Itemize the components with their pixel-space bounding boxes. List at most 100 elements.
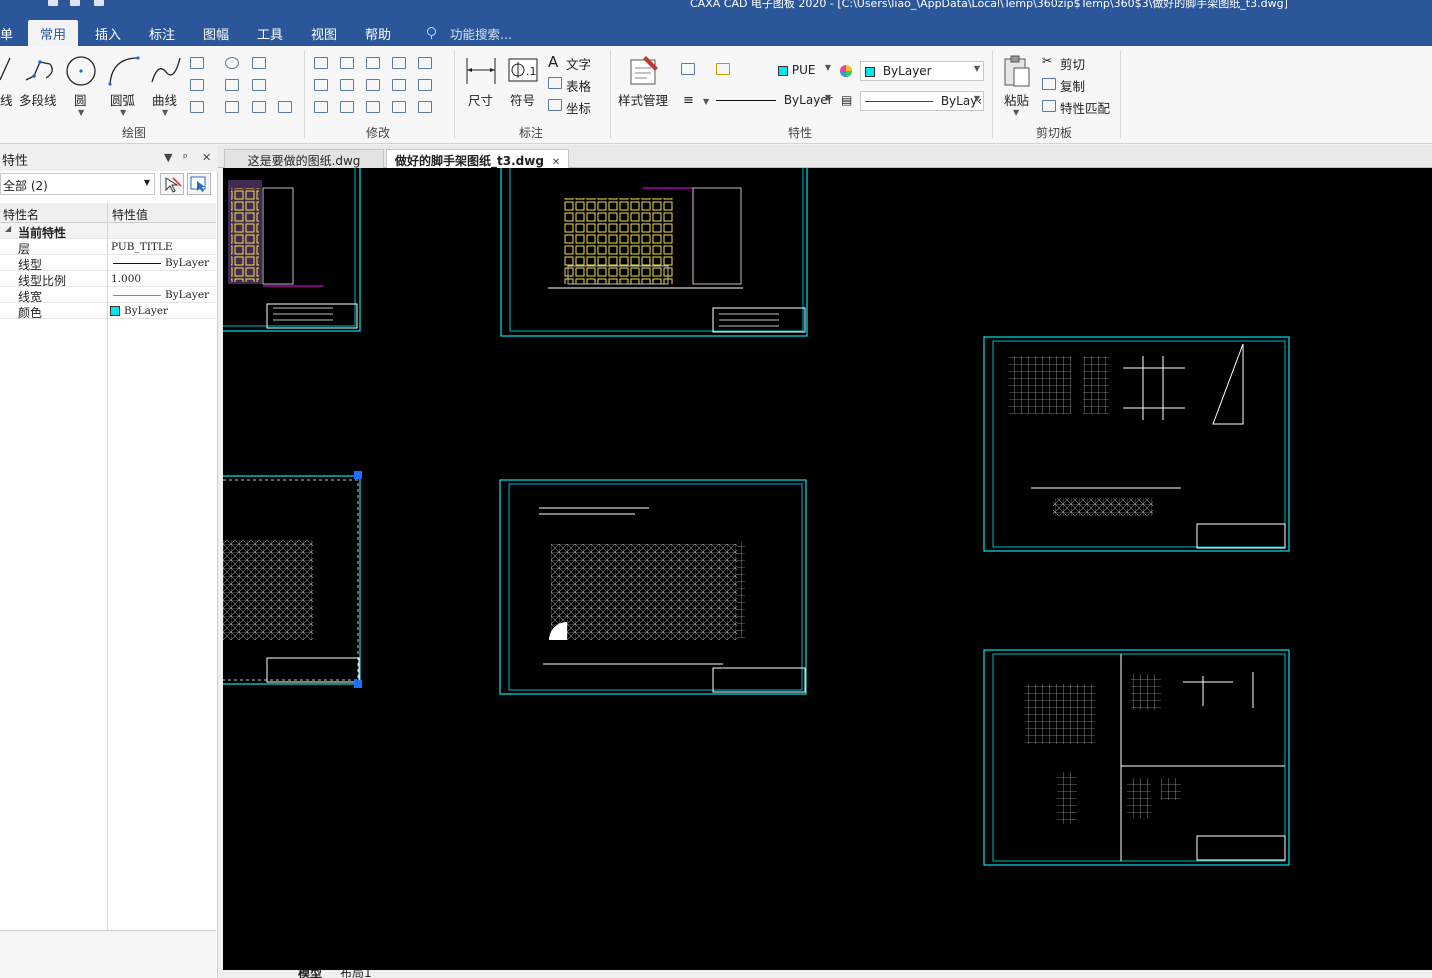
property-row-linetype-scale[interactable]: 线型比例 1.000 xyxy=(0,271,216,288)
category-current-properties[interactable]: ◢ 当前特性 xyxy=(0,223,216,240)
line-button[interactable]: 线 xyxy=(0,90,13,109)
break-icon[interactable] xyxy=(340,101,354,113)
polyline-button[interactable]: 多段线 xyxy=(19,90,57,109)
tab-layout-1[interactable]: 布局1 xyxy=(340,970,372,978)
circle-button[interactable]: 圆 xyxy=(74,90,87,109)
dimension-button[interactable]: 尺寸 xyxy=(468,90,493,109)
fillet-icon[interactable] xyxy=(392,57,406,69)
select-objects-button[interactable] xyxy=(187,173,211,195)
arc-button[interactable]: 圆弧 xyxy=(110,90,135,109)
table-button[interactable]: 表格 xyxy=(566,76,591,95)
mirror-icon[interactable] xyxy=(366,79,380,91)
sheet-elevation-a[interactable] xyxy=(223,168,361,332)
copy-button[interactable]: 复制 xyxy=(1060,76,1085,95)
selection-filter-combo[interactable]: 全部 (2) ▼ xyxy=(0,173,155,195)
color-wheel-icon[interactable] xyxy=(839,64,853,78)
trim-icon[interactable] xyxy=(340,57,354,69)
style-manager-icon[interactable] xyxy=(628,54,660,86)
menu-item-view[interactable]: 视图 xyxy=(311,24,337,43)
text-button[interactable]: 文字 xyxy=(566,54,591,73)
curve-button[interactable]: 曲线 xyxy=(152,90,177,109)
layer-manager-icon[interactable] xyxy=(681,63,695,75)
sheet-elevation-b[interactable] xyxy=(500,168,808,337)
lineweight-icon[interactable]: ▤ xyxy=(841,93,852,107)
save-as-icon[interactable] xyxy=(70,0,80,6)
symbol-button[interactable]: 符号 xyxy=(510,90,535,109)
circle-icon[interactable] xyxy=(64,54,98,88)
ellipse-icon[interactable] xyxy=(225,57,239,69)
tab-document-2[interactable]: 做好的脚手架图纸_t3.dwg ✕ xyxy=(386,149,570,168)
property-row-linetype[interactable]: 线型 ByLayer xyxy=(0,255,216,272)
chevron-down-icon[interactable]: ▼ xyxy=(703,97,709,106)
dimension-icon[interactable] xyxy=(464,56,498,86)
arc-dropdown-icon[interactable]: ▼ xyxy=(120,108,126,117)
symbol-icon[interactable]: .1 xyxy=(508,58,538,82)
drawing-canvas[interactable] xyxy=(223,168,1432,970)
explode-icon[interactable] xyxy=(392,101,406,113)
collapse-triangle-icon[interactable]: ◢ xyxy=(5,224,11,233)
column-divider[interactable] xyxy=(107,203,108,930)
extend-icon[interactable] xyxy=(340,79,354,91)
property-value[interactable]: 1.000 xyxy=(111,273,141,285)
color-combo[interactable]: ByLayer ▼ xyxy=(860,61,984,81)
centerline-icon[interactable] xyxy=(190,79,204,91)
property-value[interactable]: PUB_TITLE xyxy=(111,241,173,253)
sheet-details-a[interactable] xyxy=(983,336,1290,552)
menu-item-help[interactable]: 帮助 xyxy=(365,24,391,43)
hatch-icon[interactable] xyxy=(252,79,266,91)
property-value[interactable]: ByLayer xyxy=(124,305,168,317)
array-icon[interactable] xyxy=(366,57,380,69)
menu-item-common[interactable]: 常用 xyxy=(28,20,79,46)
paste-icon[interactable] xyxy=(1002,54,1032,88)
cut-button[interactable]: 剪切 xyxy=(1060,54,1085,73)
curve-dropdown-icon[interactable]: ▼ xyxy=(162,108,168,117)
polyline-icon[interactable] xyxy=(22,54,56,86)
circle-dropdown-icon[interactable]: ▼ xyxy=(78,108,84,117)
move-icon[interactable] xyxy=(314,57,328,69)
menu-item-insert[interactable]: 插入 xyxy=(95,24,121,43)
quick-select-button[interactable] xyxy=(160,173,184,195)
copy-object-icon[interactable] xyxy=(314,79,328,91)
layer-combo[interactable]: PUE ▼ xyxy=(774,61,834,81)
scale-icon[interactable] xyxy=(392,79,406,91)
menu-item-tools[interactable]: 工具 xyxy=(257,24,283,43)
paste-dropdown-icon[interactable]: ▼ xyxy=(1013,108,1019,117)
line-style-icon[interactable]: ≡ xyxy=(683,93,694,108)
edit-icon[interactable] xyxy=(418,57,432,69)
menu-item-menu[interactable]: 单 xyxy=(0,24,13,43)
paste-button[interactable]: 粘贴 xyxy=(1004,90,1029,109)
function-search[interactable]: 功能搜索... xyxy=(450,24,512,43)
ray-icon[interactable] xyxy=(190,101,204,113)
save-icon[interactable] xyxy=(48,0,58,6)
close-icon[interactable]: ✕ xyxy=(202,151,211,164)
property-row-layer[interactable]: 层 PUB_TITLE xyxy=(0,239,216,256)
tab-document-1[interactable]: 这是要做的图纸.dwg xyxy=(224,149,384,168)
tab-model[interactable]: 模型 xyxy=(298,970,322,978)
menu-item-annotate[interactable]: 标注 xyxy=(149,24,175,43)
close-tab-icon[interactable]: ✕ xyxy=(552,157,560,168)
coordinate-button[interactable]: 坐标 xyxy=(566,98,591,117)
fill-icon[interactable] xyxy=(278,101,292,113)
lineweight-combo[interactable]: ByLay‹ ▼ xyxy=(860,91,984,111)
stretch-icon[interactable] xyxy=(418,79,432,91)
match-properties-button[interactable]: 特性匹配 xyxy=(1060,98,1110,117)
sheet-scaffold-b[interactable] xyxy=(499,479,807,695)
block-icon[interactable] xyxy=(252,101,266,113)
erase-icon[interactable] xyxy=(418,101,432,113)
rectangle-icon[interactable] xyxy=(190,57,204,69)
property-value[interactable]: ByLayer xyxy=(165,257,209,269)
pin-icon[interactable]: ᵖ xyxy=(183,151,188,164)
rotate-icon[interactable] xyxy=(366,101,380,113)
lightbulb-icon[interactable] xyxy=(716,63,730,75)
property-row-lineweight[interactable]: 线宽 ByLayer xyxy=(0,287,216,304)
style-manager-button[interactable]: 样式管理 xyxy=(618,90,668,109)
property-value[interactable]: ByLayer xyxy=(165,289,209,301)
curve-icon[interactable] xyxy=(148,54,184,86)
sheet-scaffold-a[interactable] xyxy=(223,471,362,688)
linetype-combo[interactable]: ByLayer ▼ xyxy=(712,91,834,111)
line-icon[interactable] xyxy=(0,54,12,84)
point-icon[interactable] xyxy=(225,101,239,113)
sheet-details-b[interactable] xyxy=(983,649,1290,866)
panel-menu-chevron-icon[interactable]: ▼ xyxy=(164,151,172,164)
polygon-icon[interactable] xyxy=(225,79,239,91)
